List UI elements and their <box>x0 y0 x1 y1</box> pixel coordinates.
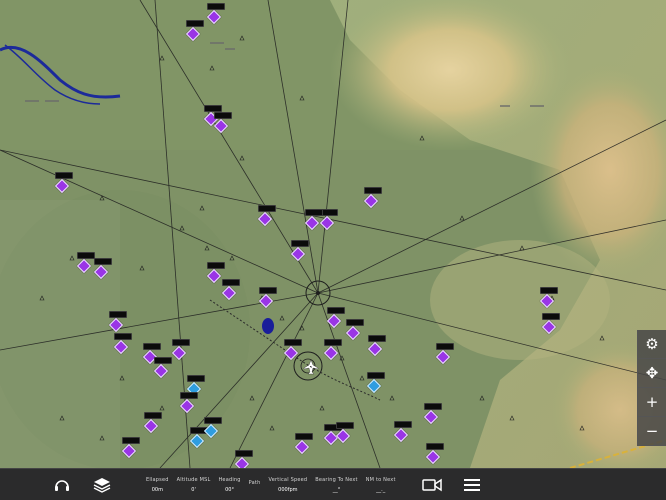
waypoint-label <box>122 437 140 444</box>
stat-heading: Heading 00° <box>214 469 244 500</box>
waypoint-label <box>204 417 222 424</box>
stat-value: 000fpm <box>278 487 298 493</box>
stat-nm-to-next: NM to Next __._ <box>362 469 400 500</box>
waypoint-label <box>368 335 386 342</box>
terrain-ridge-mid <box>430 240 610 360</box>
stats-row: Ellapsed 00m Altitude MSL 0' Heading 00° Path V… <box>142 469 400 500</box>
recenter-icon[interactable]: ✥ <box>638 359 666 388</box>
stat-label: Altitude MSL <box>176 477 211 483</box>
layers-icon[interactable] <box>84 469 120 500</box>
stat-label: Heading <box>218 477 241 483</box>
waypoint-label <box>258 205 276 212</box>
lake <box>262 318 274 334</box>
waypoint-label <box>426 443 444 450</box>
waypoint-label <box>324 339 342 346</box>
map-tool-rail: ⚙ ✥ + − <box>637 330 666 446</box>
waypoint-label <box>207 262 225 269</box>
waypoint-label <box>204 105 222 112</box>
stat-ellapsed: Ellapsed 00m <box>142 469 173 500</box>
waypoint-label <box>284 339 302 346</box>
waypoint-label <box>259 287 277 294</box>
stat-vertical-speed: Vertical Speed 000fpm <box>264 469 311 500</box>
map-app: ⚙ ✥ + − Ellapsed 00m Altitude MSL 0' Heading 00°… <box>0 0 666 500</box>
map-canvas[interactable] <box>0 0 666 468</box>
waypoint-label <box>540 287 558 294</box>
waypoint-label <box>346 319 364 326</box>
waypoint-label <box>186 20 204 27</box>
waypoint-label <box>94 258 112 265</box>
stat-label: Path <box>248 480 261 486</box>
waypoint-label <box>542 313 560 320</box>
stat-altitude-msl: Altitude MSL 0' <box>173 469 215 500</box>
waypoint-label <box>207 3 225 10</box>
waypoint-label <box>367 372 385 379</box>
menu-icon[interactable] <box>454 469 490 500</box>
stat-bearing-to-next: Bearing To Next __° <box>311 469 361 500</box>
stat-value: 00m <box>151 487 163 493</box>
waypoint-label <box>222 279 240 286</box>
airspace-shade <box>0 200 120 468</box>
waypoint-label <box>424 403 442 410</box>
waypoint-label <box>305 209 323 216</box>
stat-label: Vertical Speed <box>268 477 308 483</box>
zoom-out-button[interactable]: − <box>638 417 666 446</box>
stat-value: __._ <box>376 487 386 493</box>
stat-label: NM to Next <box>365 477 396 483</box>
waypoint-label <box>55 172 73 179</box>
zoom-in-button[interactable]: + <box>638 388 666 417</box>
waypoint-label <box>77 252 95 259</box>
waypoint-label <box>114 333 132 340</box>
bottom-status-bar: Ellapsed 00m Altitude MSL 0' Heading 00° Path V… <box>0 468 666 500</box>
waypoint-label <box>295 433 313 440</box>
waypoint-label <box>143 343 161 350</box>
settings-gear-icon[interactable]: ⚙ <box>638 330 666 359</box>
waypoint-label <box>327 307 345 314</box>
waypoint-label <box>154 357 172 364</box>
waypoint-label <box>214 112 232 119</box>
stat-label: Ellapsed <box>146 477 169 483</box>
stat-value: 00° <box>225 487 234 493</box>
waypoint-label <box>144 412 162 419</box>
video-camera-icon[interactable] <box>414 469 450 500</box>
waypoint-label <box>336 422 354 429</box>
waypoint-label <box>180 392 198 399</box>
stat-value: __° <box>332 487 341 493</box>
waypoint-label <box>172 339 190 346</box>
stat-label: Bearing To Next <box>315 477 358 483</box>
headset-icon[interactable] <box>44 469 80 500</box>
vor-rose-dot <box>316 291 320 295</box>
waypoint-label <box>291 240 309 247</box>
waypoint-label <box>394 421 412 428</box>
waypoint-label <box>187 375 205 382</box>
stat-path: Path <box>245 469 265 500</box>
waypoint-label <box>364 187 382 194</box>
waypoint-label <box>109 311 127 318</box>
waypoint-label <box>436 343 454 350</box>
stat-value: 0' <box>191 487 196 493</box>
waypoint-label <box>235 450 253 457</box>
